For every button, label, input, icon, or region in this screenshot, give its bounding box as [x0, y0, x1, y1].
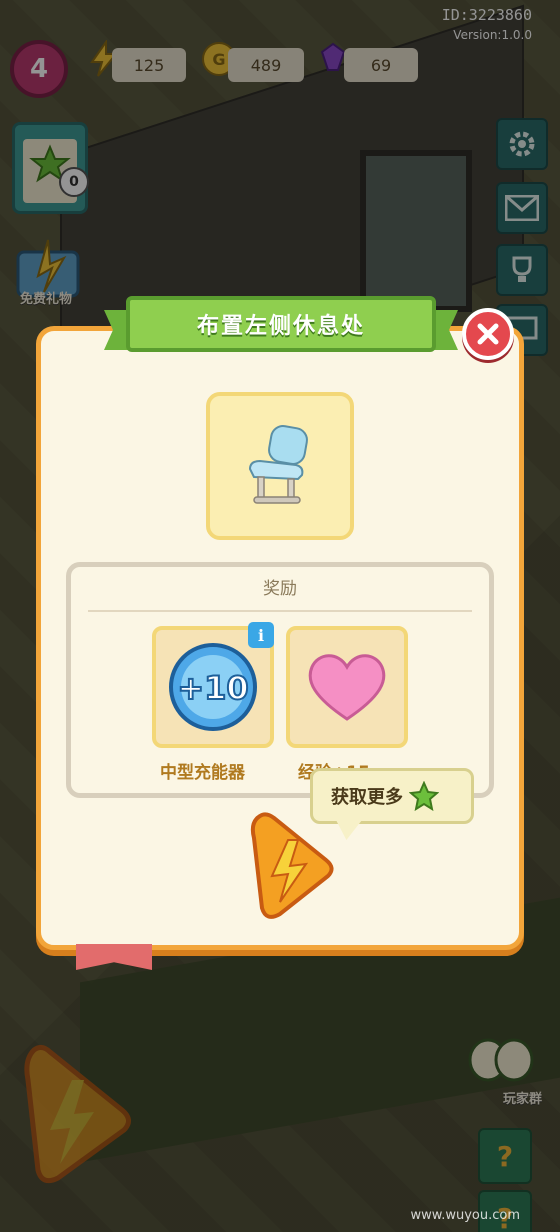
- star-icon: [409, 781, 439, 811]
- reward-header: 奖励: [263, 579, 297, 599]
- dialog-title: 布置左侧休息处: [196, 314, 365, 339]
- energy-badge-text: +10: [177, 669, 248, 707]
- lightning-action-button-icon[interactable]: [246, 810, 336, 922]
- dialog-title-ribbon: 布置左侧休息处: [104, 296, 458, 356]
- watermark: www.wuyou.com: [410, 1208, 521, 1223]
- info-button[interactable]: i: [248, 622, 274, 648]
- energy-plus-10-icon: +10: [169, 643, 257, 731]
- reward-divider: [88, 610, 472, 612]
- furniture-preview: [206, 392, 354, 540]
- close-icon: [477, 323, 499, 345]
- tooltip-text: 获取更多: [331, 787, 403, 808]
- reward-exp-card[interactable]: [286, 626, 408, 748]
- close-button[interactable]: [462, 308, 514, 360]
- chair-icon: [248, 425, 308, 504]
- heart-icon: [308, 654, 386, 721]
- reward-energy-label: 中型充能器: [160, 763, 245, 783]
